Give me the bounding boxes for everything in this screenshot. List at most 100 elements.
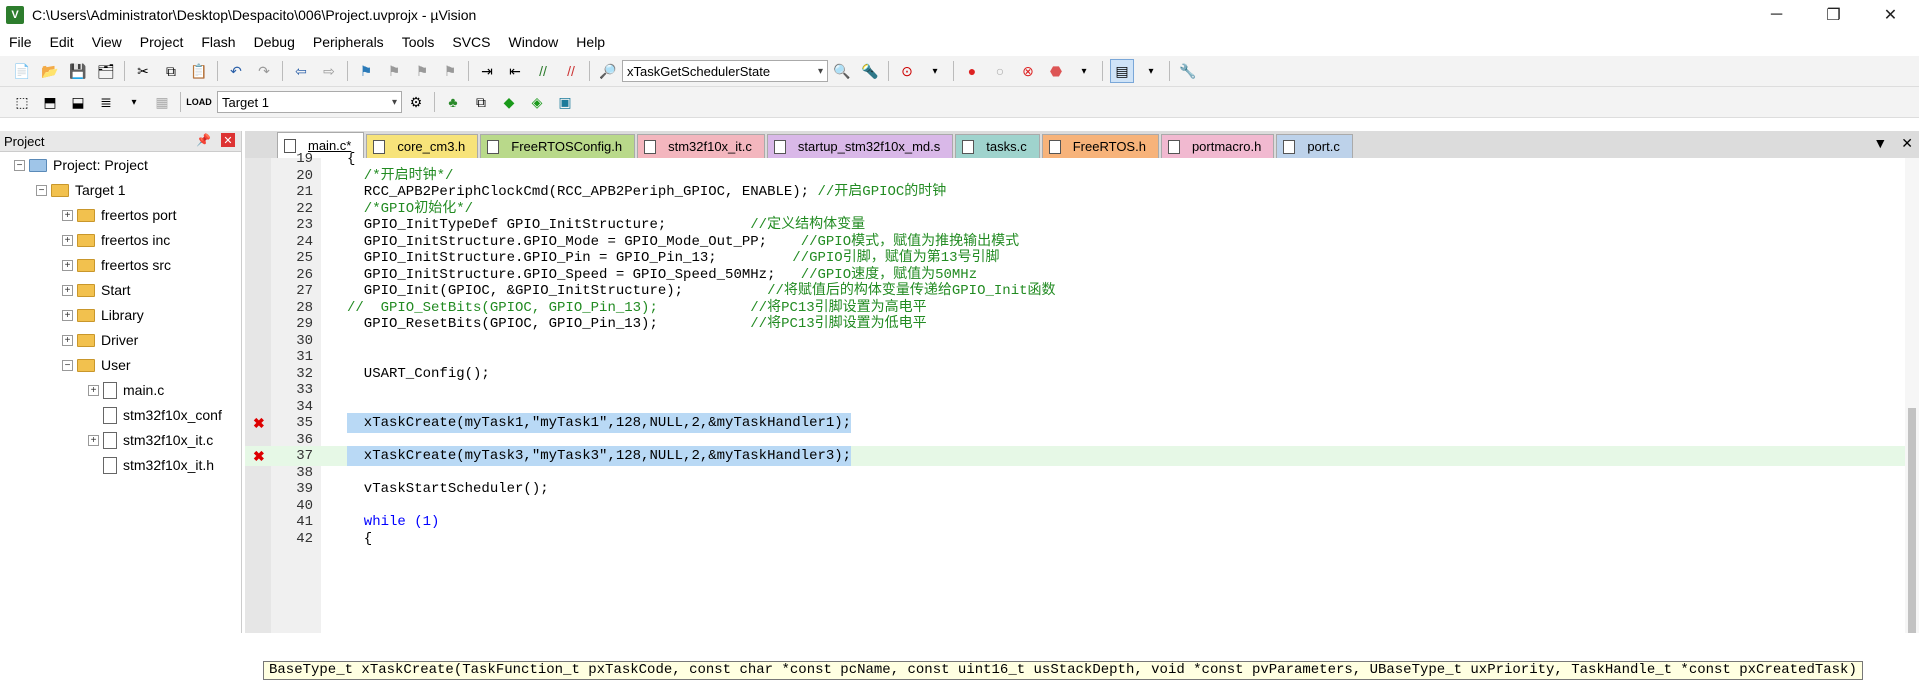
expand-icon[interactable]: + (62, 334, 73, 346)
menu-debug[interactable]: Debug (245, 30, 304, 54)
tree-item[interactable]: stm32f10x_conf (88, 405, 222, 425)
collapse-icon[interactable]: − (62, 359, 73, 371)
cut-icon[interactable]: ✂ (132, 60, 154, 82)
breakpoint-icon[interactable]: ● (961, 60, 983, 82)
download-load-icon[interactable]: LOAD (186, 91, 212, 113)
dropdown-arrow-icon[interactable]: ▾ (1073, 60, 1095, 82)
collapse-icon[interactable]: − (36, 184, 47, 196)
tree-item[interactable]: + freertos inc (62, 230, 170, 250)
tree-item[interactable]: + Library (62, 305, 144, 325)
window-title: C:\Users\Administrator\Desktop\Despacito… (32, 7, 477, 23)
tree-item[interactable]: stm32f10x_it.h (88, 455, 214, 475)
batch-build-icon[interactable]: ≣ (95, 91, 117, 113)
translate-icon[interactable]: ⬚ (11, 91, 33, 113)
close-icon[interactable]: ✕ (221, 133, 235, 147)
next-bookmark-icon[interactable]: ⚑ (411, 60, 433, 82)
menu-view[interactable]: View (83, 30, 131, 54)
build-icon[interactable]: ⬒ (39, 91, 61, 113)
dropdown-arrow-icon[interactable]: ▾ (123, 91, 145, 113)
tree-item[interactable]: + freertos src (62, 255, 171, 275)
maximize-button[interactable]: ❐ (1805, 0, 1862, 30)
paste-icon[interactable]: 📋 (188, 60, 210, 82)
target-combo[interactable]: Target 1 ▾ (217, 91, 402, 113)
expand-icon[interactable]: + (62, 259, 73, 271)
find-combo-value: xTaskGetSchedulerState (627, 63, 771, 79)
tree-item-label: freertos port (101, 207, 177, 223)
nav-back-icon[interactable]: ⇦ (290, 60, 312, 82)
find-in-files-icon[interactable]: 🔎 (597, 60, 619, 82)
stop-build-icon[interactable]: ▦ (151, 91, 173, 113)
code-line: 42 { (245, 529, 1919, 549)
target-folder-icon (51, 183, 69, 197)
disable-breakpoint-icon[interactable]: ○ (989, 60, 1011, 82)
close-button[interactable]: ✕ (1862, 0, 1919, 30)
tree-item-label: User (101, 357, 131, 373)
pin-icon[interactable]: 📌 (196, 133, 211, 147)
tree-item[interactable]: + main.c (88, 380, 164, 400)
save-icon[interactable]: 💾 (67, 60, 89, 82)
code-area[interactable]: 19{20 /*开启时钟*/21 RCC_APB2PeriphClockCmd(… (245, 151, 1919, 680)
dropdown-arrow-icon[interactable]: ▾ (1140, 60, 1162, 82)
menu-help[interactable]: Help (567, 30, 614, 54)
nav-forward-icon[interactable]: ⇨ (318, 60, 340, 82)
menu-svcs[interactable]: SVCS (443, 30, 499, 54)
expand-icon[interactable]: + (88, 384, 99, 396)
prev-bookmark-icon[interactable]: ⚑ (383, 60, 405, 82)
undo-icon[interactable]: ↶ (225, 60, 247, 82)
open-file-icon[interactable]: 📂 (39, 60, 61, 82)
menu-file[interactable]: File (0, 30, 41, 54)
comment-icon[interactable]: // (532, 60, 554, 82)
menu-edit[interactable]: Edit (41, 30, 83, 54)
toolbar-separator (180, 92, 181, 112)
expand-icon[interactable]: + (62, 209, 73, 221)
tree-item[interactable]: + freertos port (62, 205, 176, 225)
menu-window[interactable]: Window (500, 30, 568, 54)
expand-icon[interactable]: + (62, 284, 73, 296)
run-time-environment-icon[interactable]: ◆ (498, 91, 520, 113)
find-icon[interactable]: 🔍 (831, 60, 853, 82)
collapse-icon[interactable]: − (14, 159, 25, 171)
file-icon (103, 406, 117, 424)
tree-item[interactable]: − User (62, 355, 131, 375)
tree-item[interactable]: + Driver (62, 330, 138, 350)
scrollbar-thumb[interactable] (1908, 408, 1916, 633)
clear-bookmarks-icon[interactable]: ⚑ (439, 60, 461, 82)
tree-item[interactable]: − Project: Project (14, 155, 148, 175)
tree-item[interactable]: + Start (62, 280, 131, 300)
pack-installer-icon[interactable]: ◈ (526, 91, 548, 113)
unindent-icon[interactable]: ⇤ (504, 60, 526, 82)
incremental-find-icon[interactable]: 🔦 (859, 60, 881, 82)
menu-project[interactable]: Project (131, 30, 193, 54)
uncomment-icon[interactable]: // (560, 60, 582, 82)
configure-icon[interactable]: 🔧 (1177, 60, 1199, 82)
save-all-icon[interactable]: 🗂 (95, 60, 117, 82)
debug-session-icon[interactable]: ⊙ (896, 60, 918, 82)
tree-item-label: Library (101, 307, 144, 323)
tree-item-label: Driver (101, 332, 139, 348)
menu-peripherals[interactable]: Peripherals (304, 30, 393, 54)
expand-icon[interactable]: + (62, 309, 73, 321)
minimize-button[interactable]: ─ (1748, 0, 1805, 30)
copy-icon[interactable]: ⧉ (160, 60, 182, 82)
expand-icon[interactable]: + (88, 434, 99, 446)
indent-icon[interactable]: ⇥ (476, 60, 498, 82)
select-packs-icon[interactable]: ▣ (554, 91, 576, 113)
redo-icon[interactable]: ↷ (253, 60, 275, 82)
find-combo[interactable]: xTaskGetSchedulerState ▾ (622, 60, 828, 82)
kill-breakpoints-icon[interactable]: ⬣ (1045, 60, 1067, 82)
tree-item[interactable]: − Target 1 (36, 180, 126, 200)
file-extensions-icon[interactable]: ⧉ (470, 91, 492, 113)
new-file-icon[interactable]: 📄 (11, 60, 33, 82)
menu-flash[interactable]: Flash (192, 30, 244, 54)
dropdown-arrow-icon[interactable]: ▾ (924, 60, 946, 82)
rebuild-icon[interactable]: ⬓ (67, 91, 89, 113)
manage-components-icon[interactable]: ♣ (442, 91, 464, 113)
vertical-scrollbar[interactable] (1905, 158, 1919, 633)
tree-item[interactable]: + stm32f10x_it.c (88, 430, 213, 450)
menu-tools[interactable]: Tools (393, 30, 444, 54)
bookmark-icon[interactable]: ⚑ (355, 60, 377, 82)
disable-all-breakpoints-icon[interactable]: ⊗ (1017, 60, 1039, 82)
target-options-icon[interactable]: ⚙ (405, 91, 427, 113)
window-layout-icon[interactable]: ▤ (1110, 59, 1134, 83)
expand-icon[interactable]: + (62, 234, 73, 246)
